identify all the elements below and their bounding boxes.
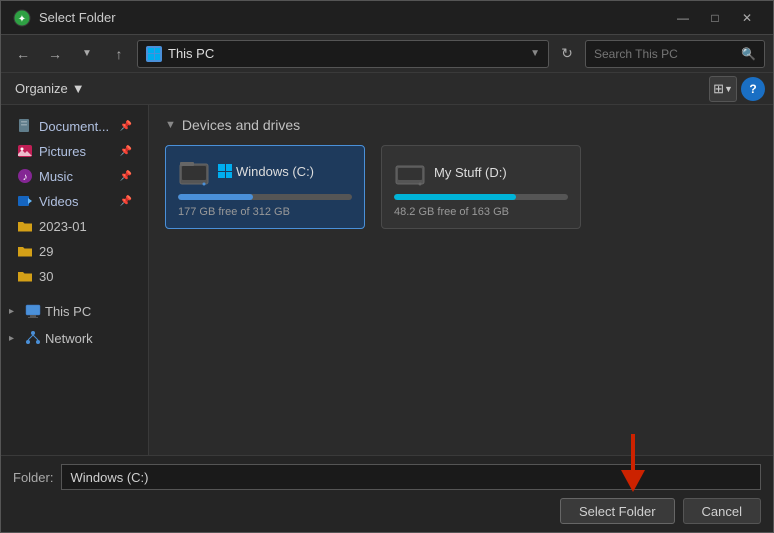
recent-locations-button[interactable]: ▼: [73, 40, 101, 68]
sidebar-item-videos-label: Videos: [39, 194, 79, 209]
tree-arrow-network: ▸: [9, 333, 21, 344]
sidebar-item-29-label: 29: [39, 244, 53, 259]
computer-icon: [25, 303, 41, 319]
sidebar-separator: [1, 289, 148, 297]
drive-d-label: My Stuff (D:): [434, 165, 507, 180]
drive-d-size-info: 48.2 GB free of 163 GB: [394, 206, 568, 218]
sidebar: Document... 📌 Pictures 📌 ♪ Music 📌: [1, 105, 149, 455]
drive-item-d[interactable]: My Stuff (D:) 48.2 GB free of 163 GB: [381, 145, 581, 229]
pictures-icon: [17, 143, 33, 159]
select-folder-dialog: ✦ Select Folder — □ ✕ ← → ▼ ↑ This PC ▼ …: [0, 0, 774, 533]
music-icon: ♪: [17, 168, 33, 184]
select-folder-button[interactable]: Select Folder: [560, 498, 675, 524]
drive-c-header: Windows (C:): [178, 156, 352, 188]
sidebar-item-2023-label: 2023-01: [39, 219, 87, 234]
folder-29-icon: [17, 243, 33, 259]
drive-c-bar: [178, 194, 253, 200]
drive-d-icon: [394, 156, 426, 188]
address-text: This PC: [168, 46, 520, 61]
drive-c-icon: [178, 156, 210, 188]
section-label: Devices and drives: [182, 117, 300, 133]
title-bar: ✦ Select Folder — □ ✕: [1, 1, 773, 35]
minimize-button[interactable]: —: [669, 7, 697, 29]
sidebar-item-videos[interactable]: Videos 📌: [5, 189, 144, 213]
organize-label: Organize: [15, 81, 68, 96]
view-grid-icon: ⊞: [713, 81, 724, 97]
close-button[interactable]: ✕: [733, 7, 761, 29]
section-chevron-icon: ▼: [165, 119, 176, 131]
section-header: ▼ Devices and drives: [165, 117, 757, 133]
drive-c-size-info: 177 GB free of 312 GB: [178, 206, 352, 218]
drive-d-header: My Stuff (D:): [394, 156, 568, 188]
drive-c-label: Windows (C:): [236, 164, 314, 179]
sidebar-item-documents[interactable]: Document... 📌: [5, 114, 144, 138]
drive-d-bar: [394, 194, 516, 200]
maximize-button[interactable]: □: [701, 7, 729, 29]
refresh-button[interactable]: ↻: [553, 40, 581, 68]
address-chevron-icon: ▼: [530, 48, 540, 59]
title-bar-left: ✦ Select Folder: [13, 9, 116, 27]
folder-label: Folder:: [13, 470, 53, 485]
folder-input[interactable]: [61, 464, 761, 490]
pin-icon-4: 📌: [120, 196, 132, 207]
this-pc-address-icon: [146, 46, 162, 62]
up-button[interactable]: ↑: [105, 40, 133, 68]
drives-grid: Windows (C:) 177 GB free of 312 GB: [165, 145, 757, 229]
cancel-button[interactable]: Cancel: [683, 498, 761, 524]
view-chevron-icon: ▼: [724, 84, 733, 94]
sidebar-item-music-label: Music: [39, 169, 73, 184]
sidebar-tree-this-pc-label: This PC: [45, 304, 91, 319]
tree-arrow-this-pc: ▸: [9, 306, 21, 317]
sidebar-item-30-label: 30: [39, 269, 53, 284]
sidebar-item-30[interactable]: 30: [5, 264, 144, 288]
view-toggle-button[interactable]: ⊞ ▼: [709, 76, 737, 102]
network-icon: [25, 330, 41, 346]
svg-text:♪: ♪: [23, 172, 28, 183]
nav-toolbar: ← → ▼ ↑ This PC ▼ ↻ 🔍: [1, 35, 773, 73]
folder-30-icon: [17, 268, 33, 284]
sidebar-tree-network-label: Network: [45, 331, 93, 346]
sidebar-tree-this-pc[interactable]: ▸ This PC: [1, 298, 148, 324]
pin-icon: 📌: [120, 121, 132, 132]
title-text: Select Folder: [39, 10, 116, 25]
command-bar: Organize ▼ ⊞ ▼ ?: [1, 73, 773, 105]
buttons-row: Select Folder Cancel: [13, 498, 761, 524]
help-button[interactable]: ?: [741, 77, 765, 101]
sidebar-item-documents-label: Document...: [39, 119, 109, 134]
videos-icon: [17, 193, 33, 209]
folder-row: Folder:: [13, 464, 761, 490]
svg-text:✦: ✦: [18, 14, 26, 25]
bottom-bar: Folder: Select Folder Cancel: [1, 455, 773, 532]
drive-d-bar-container: [394, 194, 568, 200]
sidebar-item-pictures[interactable]: Pictures 📌: [5, 139, 144, 163]
main-content: Document... 📌 Pictures 📌 ♪ Music 📌: [1, 105, 773, 455]
drive-c-bar-container: [178, 194, 352, 200]
pin-icon-2: 📌: [120, 146, 132, 157]
sidebar-item-pictures-label: Pictures: [39, 144, 86, 159]
drive-d-info: My Stuff (D:): [434, 165, 507, 180]
search-input[interactable]: [594, 47, 735, 61]
forward-button[interactable]: →: [41, 40, 69, 68]
content-area: ▼ Devices and drives: [149, 105, 773, 455]
organize-button[interactable]: Organize ▼: [9, 79, 91, 98]
sidebar-item-29[interactable]: 29: [5, 239, 144, 263]
sidebar-item-music[interactable]: ♪ Music 📌: [5, 164, 144, 188]
sidebar-tree-network[interactable]: ▸ Network: [1, 325, 148, 351]
sidebar-item-2023[interactable]: 2023-01: [5, 214, 144, 238]
app-icon: ✦: [13, 9, 31, 27]
view-controls: ⊞ ▼ ?: [709, 76, 765, 102]
pin-icon-3: 📌: [120, 171, 132, 182]
drive-item-c[interactable]: Windows (C:) 177 GB free of 312 GB: [165, 145, 365, 229]
organize-chevron-icon: ▼: [72, 81, 85, 96]
folder-2023-icon: [17, 218, 33, 234]
address-bar[interactable]: This PC ▼: [137, 40, 549, 68]
search-box[interactable]: 🔍: [585, 40, 765, 68]
title-bar-controls: — □ ✕: [669, 7, 761, 29]
drive-c-info: Windows (C:): [218, 164, 314, 181]
back-button[interactable]: ←: [9, 40, 37, 68]
search-icon: 🔍: [741, 47, 756, 61]
documents-icon: [17, 118, 33, 134]
